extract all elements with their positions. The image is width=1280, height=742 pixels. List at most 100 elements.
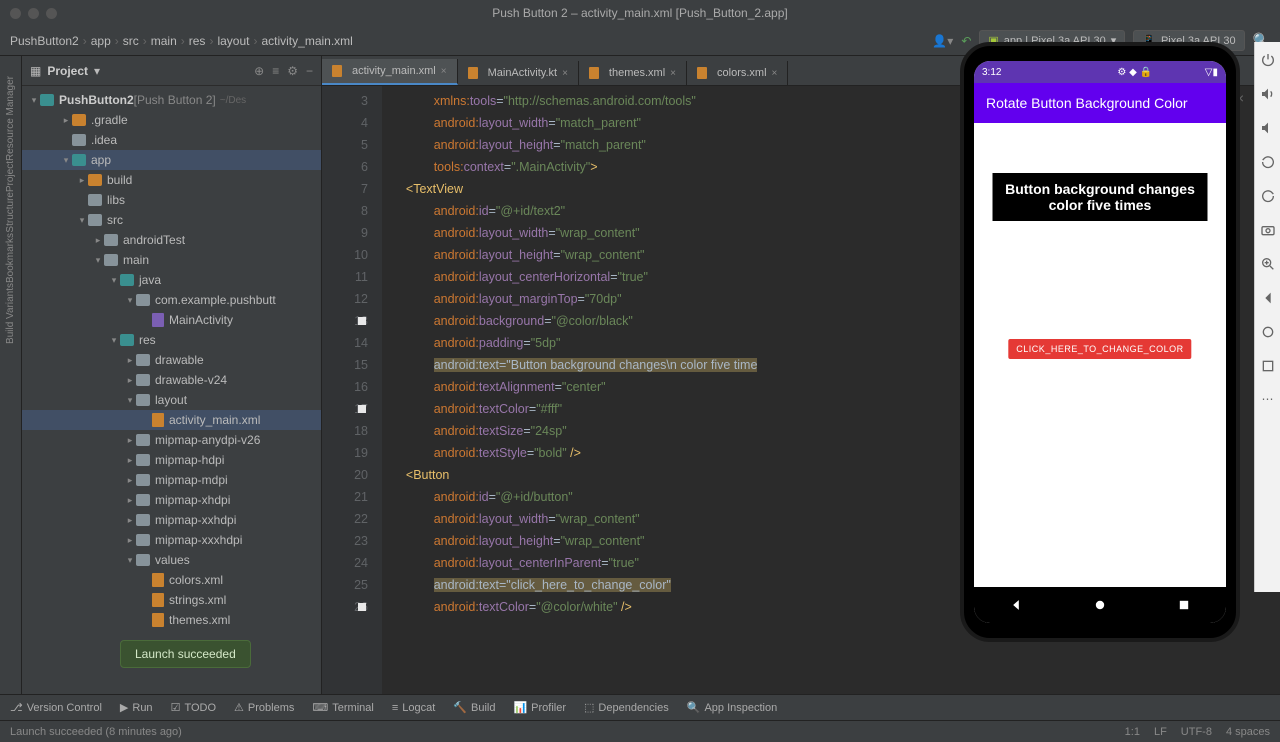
tree-node[interactable]: ▸drawable <box>22 350 321 370</box>
status-item[interactable]: UTF-8 <box>1181 726 1212 738</box>
status-bar: Launch succeeded (8 minutes ago) 1:1LFUT… <box>0 720 1280 742</box>
breadcrumb: PushButton2›app›src›main›res›layout›acti… <box>10 34 353 48</box>
tree-node[interactable]: ▸mipmap-hdpi <box>22 450 321 470</box>
launch-toast: Launch succeeded <box>120 640 251 668</box>
project-panel: ▦ Project ▾ ⊕ ≡ ⚙ − ▾PushButton2 [Push B… <box>22 56 322 694</box>
chevron-right-icon: › <box>83 34 87 48</box>
close-icon[interactable]: × <box>441 66 447 77</box>
bottom-tab[interactable]: ⎇Version Control <box>10 701 102 714</box>
target-icon[interactable]: ⊕ <box>254 64 264 78</box>
editor-tab[interactable]: themes.xml× <box>579 61 687 85</box>
back-icon[interactable] <box>1009 598 1023 612</box>
bottom-tab[interactable]: 📊Profiler <box>513 701 566 714</box>
bottom-tab[interactable]: ⬚Dependencies <box>584 701 669 714</box>
tree-node[interactable]: activity_main.xml <box>22 410 321 430</box>
tree-node[interactable]: MainActivity <box>22 310 321 330</box>
editor-tab[interactable]: activity_main.xml× <box>322 59 458 85</box>
more-icon[interactable]: ⋯ <box>1262 392 1274 406</box>
breadcrumb-item[interactable]: app <box>91 34 111 48</box>
tree-node[interactable]: ▸mipmap-anydpi-v26 <box>22 430 321 450</box>
tree-node[interactable]: strings.xml <box>22 590 321 610</box>
change-color-button[interactable]: CLICK_HERE_TO_CHANGE_COLOR <box>1008 339 1191 359</box>
recents-icon[interactable] <box>1177 598 1191 612</box>
bottom-tab[interactable]: ⌨Terminal <box>312 701 373 714</box>
tree-node[interactable]: ▾src <box>22 210 321 230</box>
chevron-right-icon: › <box>143 34 147 48</box>
tree-node[interactable]: ▾java <box>22 270 321 290</box>
volume-up-icon[interactable] <box>1260 86 1276 102</box>
status-icons: ⚙ ◆ 🔒 ▽▮ <box>1117 67 1218 78</box>
breadcrumb-item[interactable]: main <box>151 34 177 48</box>
rail-tab[interactable]: Resource Manager <box>5 76 16 161</box>
bottom-tab[interactable]: ≡Logcat <box>392 702 435 714</box>
tree-root[interactable]: ▾PushButton2 [Push Button 2] ~/Des <box>22 90 321 110</box>
power-icon[interactable] <box>1260 52 1276 68</box>
breadcrumb-item[interactable]: activity_main.xml <box>261 34 352 48</box>
tree-node[interactable]: ▾app <box>22 150 321 170</box>
rotate-left-icon[interactable] <box>1260 154 1276 170</box>
bottom-tab[interactable]: 🔍App Inspection <box>687 701 777 714</box>
close-icon[interactable]: × <box>562 68 568 79</box>
status-item[interactable]: 4 spaces <box>1226 726 1270 738</box>
tree-node[interactable]: ▾com.example.pushbutt <box>22 290 321 310</box>
tree-node[interactable]: ▾values <box>22 550 321 570</box>
rail-tab[interactable]: Project <box>5 161 16 192</box>
zoom-icon[interactable] <box>1260 256 1276 272</box>
tree-node[interactable]: ▾layout <box>22 390 321 410</box>
collapse-icon[interactable]: ≡ <box>272 64 279 78</box>
tree-node[interactable]: ▸mipmap-mdpi <box>22 470 321 490</box>
tree-node[interactable]: ▸mipmap-xxhdpi <box>22 510 321 530</box>
editor-tab[interactable]: colors.xml× <box>687 61 788 85</box>
chevron-down-icon[interactable]: ▾ <box>94 64 100 78</box>
editor-tab[interactable]: MainActivity.kt× <box>458 61 579 85</box>
close-icon[interactable]: × <box>670 68 676 79</box>
camera-icon[interactable] <box>1260 222 1276 238</box>
titlebar: Push Button 2 – activity_main.xml [Push_… <box>0 0 1280 26</box>
bottom-tab[interactable]: 🔨Build <box>453 701 495 714</box>
min-dot[interactable] <box>28 8 39 19</box>
tree-node[interactable]: libs <box>22 190 321 210</box>
hide-icon[interactable]: − <box>306 64 313 78</box>
rail-tab[interactable]: Build Variants <box>5 283 16 344</box>
close-dot[interactable] <box>10 8 21 19</box>
app-bar: Rotate Button Background Color <box>974 83 1226 123</box>
breadcrumb-item[interactable]: layout <box>217 34 249 48</box>
bottom-tab[interactable]: ⚠Problems <box>234 701 294 714</box>
tree-node[interactable]: .idea <box>22 130 321 150</box>
user-icon[interactable]: 👤▾ <box>932 34 953 48</box>
project-tree[interactable]: ▾PushButton2 [Push Button 2] ~/Des▸.grad… <box>22 86 321 694</box>
rail-tab[interactable]: Bookmarks <box>5 233 16 283</box>
tree-node[interactable]: ▾res <box>22 330 321 350</box>
tree-node[interactable]: ▸.gradle <box>22 110 321 130</box>
status-item[interactable]: 1:1 <box>1125 726 1140 738</box>
tree-node[interactable]: ▸mipmap-xxxhdpi <box>22 530 321 550</box>
breadcrumb-item[interactable]: src <box>123 34 139 48</box>
tree-node[interactable]: colors.xml <box>22 570 321 590</box>
breadcrumb-item[interactable]: PushButton2 <box>10 34 79 48</box>
tree-node[interactable]: ▸drawable-v24 <box>22 370 321 390</box>
tree-node[interactable]: themes.xml <box>22 610 321 630</box>
max-dot[interactable] <box>46 8 57 19</box>
tree-node[interactable]: ▸androidTest <box>22 230 321 250</box>
status-time: 3:12 <box>982 67 1001 78</box>
emulator-toolbar: ⋯ <box>1254 42 1280 592</box>
status-item[interactable]: LF <box>1154 726 1167 738</box>
home-nav-icon[interactable] <box>1260 324 1276 340</box>
home-icon[interactable] <box>1093 598 1107 612</box>
tree-node[interactable]: ▸build <box>22 170 321 190</box>
overview-nav-icon[interactable] <box>1260 358 1276 374</box>
back-nav-icon[interactable] <box>1260 290 1276 306</box>
tree-node[interactable]: ▸mipmap-xhdpi <box>22 490 321 510</box>
settings-icon[interactable]: ⚙ <box>287 64 298 78</box>
tree-node[interactable]: ▾main <box>22 250 321 270</box>
rotate-right-icon[interactable] <box>1260 188 1276 204</box>
emulator-panel: × 3:12 ⚙ ◆ 🔒 ▽▮ Rotate Button Background… <box>960 42 1250 662</box>
breadcrumb-item[interactable]: res <box>189 34 206 48</box>
rail-tab[interactable]: Structure <box>5 192 16 233</box>
close-icon[interactable]: × <box>772 68 778 79</box>
window-controls[interactable] <box>10 8 57 19</box>
text-view: Button background changes color five tim… <box>993 173 1208 221</box>
volume-down-icon[interactable] <box>1260 120 1276 136</box>
bottom-tab[interactable]: ☑TODO <box>171 701 216 714</box>
bottom-tab[interactable]: ▶Run <box>120 701 153 714</box>
